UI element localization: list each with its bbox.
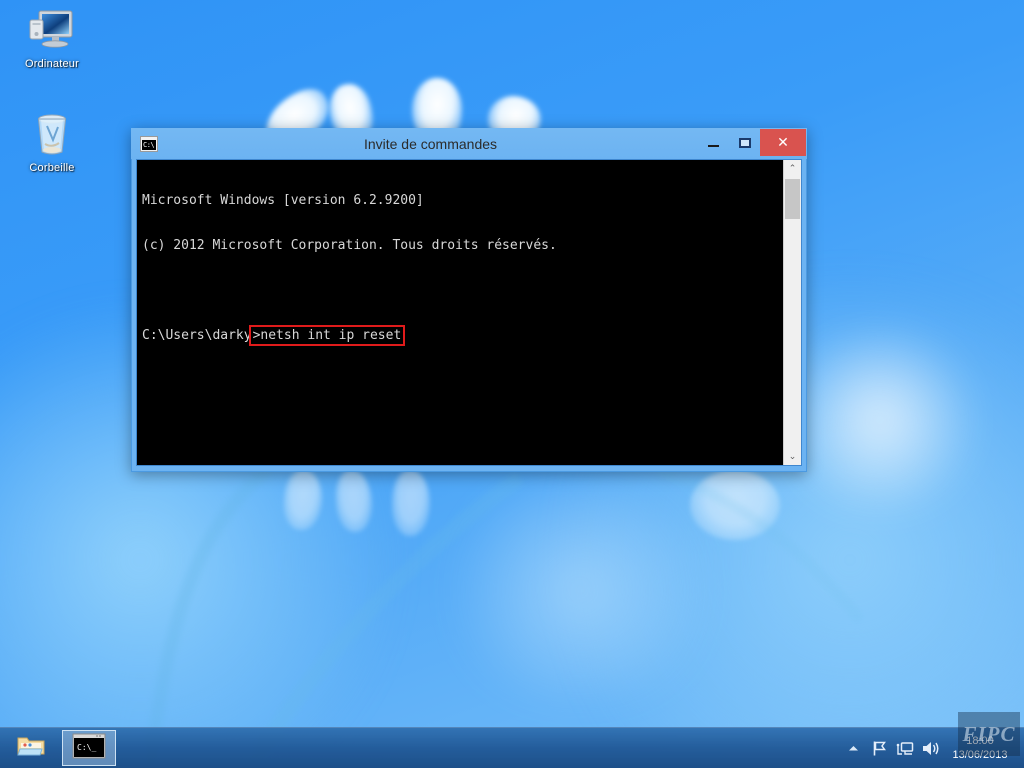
- minimize-icon: [708, 145, 719, 147]
- desktop-icon-label: Ordinateur: [6, 58, 98, 71]
- scrollbar-thumb[interactable]: [785, 179, 800, 219]
- desktop-icon-ordinateur[interactable]: Ordinateur: [6, 4, 98, 71]
- taskbar-button-command-prompt[interactable]: C:\_: [62, 730, 116, 766]
- clock-time: 18:00: [944, 734, 1016, 748]
- desktop-icon-corbeille[interactable]: Corbeille: [6, 108, 98, 175]
- console-line-version: Microsoft Windows [version 6.2.9200]: [142, 193, 783, 208]
- desktop-icon-label: Corbeille: [6, 162, 98, 175]
- window-controls: ✕: [698, 128, 807, 159]
- console-icon-text: C:\: [143, 141, 154, 149]
- scroll-up-icon[interactable]: ⌃: [784, 160, 801, 177]
- minimize-button[interactable]: [698, 130, 729, 155]
- computer-monitor-icon: [6, 4, 98, 54]
- maximize-icon: [739, 138, 751, 148]
- console-area[interactable]: Microsoft Windows [version 6.2.9200] (c)…: [136, 159, 802, 466]
- console-icon: C:\: [140, 136, 158, 152]
- recycle-bin-icon: [6, 108, 98, 158]
- taskbar-button-file-explorer[interactable]: [4, 730, 58, 766]
- close-button[interactable]: ✕: [760, 129, 806, 156]
- console-line-blank: [142, 283, 783, 298]
- console-prompt-path: C:\Users\darky: [142, 328, 252, 343]
- taskbar: C:\_: [0, 727, 1024, 768]
- folder-icon: [16, 733, 46, 764]
- console-icon: C:\_: [72, 733, 106, 764]
- console-command-highlight: >netsh int ip reset: [252, 328, 403, 343]
- desktop-screen: Ordinateur Corbeille C:\ Invite de comma…: [0, 0, 1024, 768]
- taskbar-clock[interactable]: 18:00 13/06/2013: [944, 734, 1018, 762]
- console-output[interactable]: Microsoft Windows [version 6.2.9200] (c)…: [137, 160, 783, 465]
- clock-date: 13/06/2013: [944, 748, 1016, 762]
- network-icon[interactable]: [892, 728, 918, 768]
- show-hidden-icons-button[interactable]: [840, 728, 866, 768]
- console-prompt-line: C:\Users\darky>netsh int ip reset: [142, 328, 783, 343]
- system-tray: 18:00 13/06/2013: [840, 728, 1024, 768]
- scroll-down-icon[interactable]: ⌄: [784, 448, 801, 465]
- console-scrollbar[interactable]: ⌃ ⌄: [783, 160, 801, 465]
- volume-icon[interactable]: [918, 728, 944, 768]
- action-center-flag-icon[interactable]: [866, 728, 892, 768]
- maximize-button[interactable]: [729, 130, 760, 155]
- console-line-copyright: (c) 2012 Microsoft Corporation. Tous dro…: [142, 238, 783, 253]
- svg-text:C:\_: C:\_: [77, 743, 96, 752]
- command-prompt-window[interactable]: C:\ Invite de commandes ✕ Microsoft Wind…: [131, 128, 807, 472]
